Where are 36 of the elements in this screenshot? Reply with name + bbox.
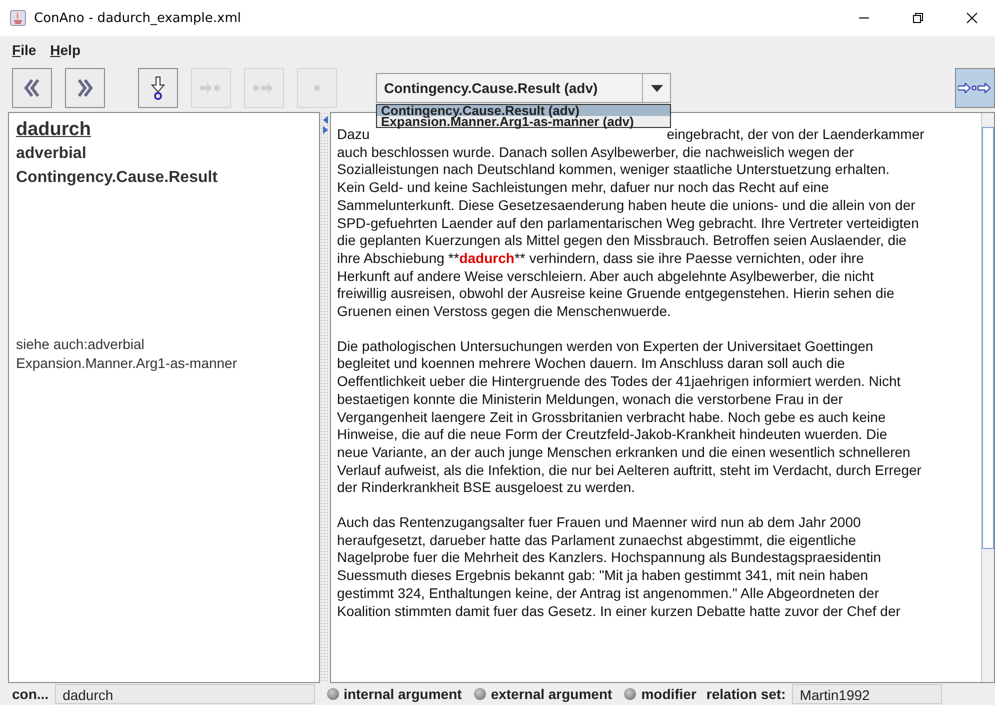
role-radio[interactable]: modifier — [624, 686, 696, 702]
text-paragraph: Die pathologischen Untersuchungen werden von Experten der Universitaet Goettingen begleitet und koennen mehrere Wochen dauern. Im Anschluss daran soll auch die Oeffentlichkeit ueber die Hintergruende des Todes der 41jaehrigen informiert werden. Nicht bestaetigen konnte die Ministerin Meldungen, wonach die verstorbene Frau in der Vergangenheit laengere Zeit in Grossbritanien verbracht habe. Noch gebe es auch keine Hinweise, die auf die neue Form der Creutzfeld-Jakob-Krankheit hindeuten wuerden. Die neue Variante, an der auch junge Menschen erkranken und die einen wesentlich schnelleren Verlauf aufweist, als die Infektion, die nur bei Aelteren auftritt, steht im Verdacht, durch Erreger der Rinderkrankheit BSE ausgeloest zu werden. — [337, 338, 922, 498]
word-field: dadurch — [54, 684, 315, 704]
down-arrow-icon — [151, 76, 165, 100]
arrow-dot-arrow-icon — [958, 83, 992, 93]
double-chevron-right-icon — [77, 78, 93, 98]
collapse-right-icon[interactable] — [322, 126, 328, 134]
role-radio[interactable]: external argument — [474, 686, 612, 702]
see-also-text: Expansion.Manner.Arg1-as-manner — [16, 354, 238, 373]
app-icon — [10, 10, 26, 26]
text-paragraph: auch beschlossen wurde. Danach sollen Asylbewerber, die nachweislich wegen der Sozialleistungen nach Deutschland kommen, weniger staatliche Unterstuetzung erhalten. Kein Geld- und keine Sachleistungen mehr, dafuer nur noch das Recht auf eine Sammelunterkunft. Diese Gesetzesaenderung haben heute die unions- und die allein von der SPD-gefuehrten Laender auf den parlamentarischen Weg gebracht. Ihre Vertreter verteidigten die geplanten Kuerzungen als Mittel gegen den Missbrauch. Betroffen seien Auslaender, die ihre Abschiebung **dadurch** verhindern, dass sie ihre Paesse vernichten, oder ihre Herkunft auf andere Weise verschleiern. Aber auch abgelehnte Asylbewerber, die nicht freiwillig ausreisen, obwohl der Ausreise keine Gruende entgegenstehen. Hierin sehen die Gruenen einen Verstoss gegen die Menschenwuerde. — [337, 144, 920, 321]
dropdown-arrow-icon — [650, 84, 662, 92]
collapse-left-icon[interactable] — [322, 116, 328, 124]
text-paragraph: Auch das Rentenzugangsalter fuer Frauen und Maenner wird nun ab dem Jahr 2000 heraufgesetzt, darueber hatte das Parlament zunaechst abgestimmt, die eigentliche Nagelprobe fuer die Mehrheit des Kanzlers. Hochspannung als Bundestagspraesidentin Suessmuth dieses Ergebnis bekannt gab: "Mit ja haben gestimmt 341, mit nein haben gestimmt 324, Enthaltungen keine, der Antrag ist angenommen." Alle Abgeordneten der Koalition stimmten damit fuer das Gesetz. In einer kurzen Debatte hatte zuvor der Chef der — [337, 514, 902, 620]
dot-arrow-icon — [253, 83, 275, 93]
relation-label: Contingency.Cause.Result — [16, 169, 219, 187]
scrollbar[interactable] — [981, 113, 994, 682]
relation-set-field: Martin1992 — [792, 684, 942, 704]
connective-word: dadurch — [16, 119, 92, 141]
menu-item[interactable]: File — [12, 42, 36, 58]
role-radio[interactable]: internal argument — [326, 686, 462, 702]
text-line: Dazu — [337, 126, 370, 144]
arrow-dot-icon — [200, 83, 222, 93]
text-line: eingebracht, der von der Laenderkammer — [666, 126, 924, 144]
dropdown-option[interactable]: Contingency.Cause.Result (adv) — [377, 105, 670, 116]
toolbar-button[interactable] — [138, 68, 178, 108]
relation-set-label: relation set: — [706, 686, 786, 702]
toolbar-button[interactable] — [955, 68, 995, 108]
window-title: ConAno - dadurch_example.xml — [34, 10, 242, 26]
dot-icon — [313, 84, 321, 92]
see-also-text: siehe auch:adverbial — [16, 335, 146, 354]
relation-dropdown[interactable]: Contingency.Cause.Result (adv) — [376, 73, 671, 103]
status-label: con... — [12, 686, 49, 702]
category-label: adverbial — [16, 145, 88, 163]
menu-item[interactable]: Help — [50, 42, 80, 58]
double-chevron-left-icon — [24, 78, 40, 98]
